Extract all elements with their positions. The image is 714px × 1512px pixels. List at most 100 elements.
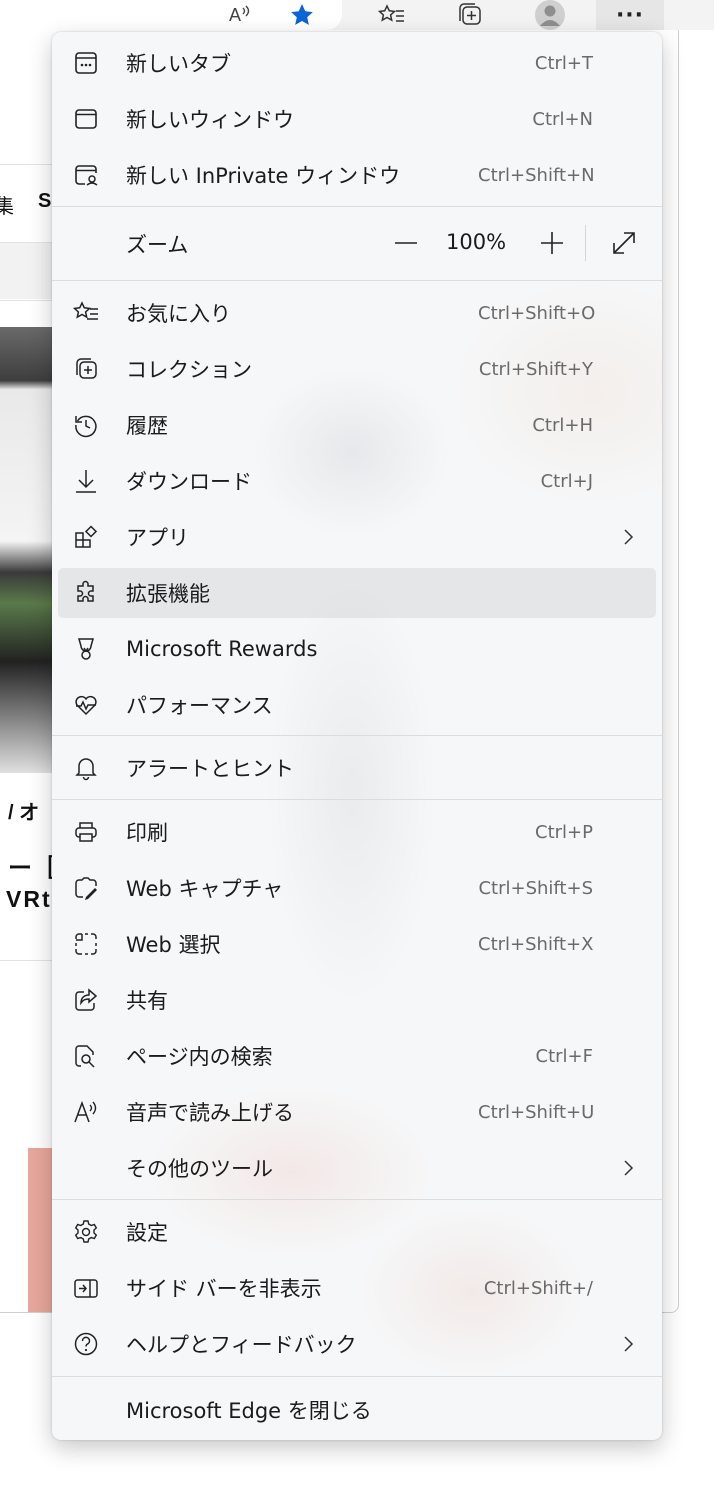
menu-item-share[interactable]: 共有 xyxy=(58,975,656,1025)
menu-separator xyxy=(52,1199,662,1200)
menu-item-label: ページ内の検索 xyxy=(126,1045,273,1069)
menu-item-read-aloud[interactable]: 音声で読み上げる Ctrl+Shift+U xyxy=(58,1087,656,1137)
menu-separator xyxy=(52,206,662,207)
performance-heart-icon xyxy=(72,691,100,719)
menu-item-label: 設定 xyxy=(126,1221,168,1245)
menu-item-shortcut: Ctrl+H xyxy=(532,414,593,436)
share-icon xyxy=(72,986,100,1014)
menu-item-help-and-feedback[interactable]: ヘルプとフィードバック xyxy=(58,1319,656,1369)
page-fragment-text: VRt xyxy=(6,886,52,912)
menu-item-apps[interactable]: アプリ xyxy=(58,512,656,562)
menu-item-label: アラートとヒント xyxy=(126,757,294,781)
printer-icon xyxy=(72,818,100,846)
menu-separator xyxy=(52,799,662,800)
menu-item-label: サイド バーを非表示 xyxy=(126,1277,322,1301)
menu-item-collections[interactable]: コレクション Ctrl+Shift+Y xyxy=(58,344,656,394)
page-fragment-text: S xyxy=(38,190,52,212)
settings-and-more-menu: 新しいタブ Ctrl+T 新しいウィンドウ Ctrl+N 新しい InPriva… xyxy=(52,32,662,1440)
menu-item-label: 履歴 xyxy=(126,414,168,438)
menu-item-label: 新しいタブ xyxy=(126,52,231,76)
sidebar-icon xyxy=(72,1274,100,1302)
zoom-value: 100% xyxy=(446,230,507,254)
menu-item-shortcut: Ctrl+Shift+X xyxy=(478,933,594,955)
menu-item-find-on-page[interactable]: ページ内の検索 Ctrl+F xyxy=(58,1031,656,1081)
menu-separator xyxy=(52,280,662,281)
favorites-icon xyxy=(72,299,100,327)
article-image[interactable] xyxy=(0,327,60,773)
collections-icon[interactable] xyxy=(450,0,490,30)
menu-item-new-window[interactable]: 新しいウィンドウ Ctrl+N xyxy=(58,94,656,144)
extensions-puzzle-icon xyxy=(72,579,100,607)
menu-item-shortcut: Ctrl+J xyxy=(540,470,593,492)
menu-item-shortcut: Ctrl+T xyxy=(534,52,593,74)
menu-item-label: パフォーマンス xyxy=(126,694,273,718)
help-question-icon xyxy=(72,1330,100,1358)
menu-item-extensions[interactable]: 拡張機能 xyxy=(58,568,656,618)
inprivate-window-icon xyxy=(72,161,100,189)
zoom-divider xyxy=(585,225,586,261)
read-aloud-icon[interactable]: A xyxy=(222,0,258,30)
menu-item-print[interactable]: 印刷 Ctrl+P xyxy=(58,807,656,857)
menu-item-label: Microsoft Edge を閉じる xyxy=(126,1399,372,1423)
menu-item-shortcut: Ctrl+Shift+O xyxy=(478,302,596,324)
download-icon xyxy=(72,467,100,495)
menu-item-shortcut: Ctrl+F xyxy=(535,1045,593,1067)
menu-item-web-capture[interactable]: Web キャプチャ Ctrl+Shift+S xyxy=(58,863,656,913)
settings-and-more-button[interactable]: ··· xyxy=(596,0,664,30)
menu-separator xyxy=(52,1376,662,1377)
favorite-star-icon[interactable] xyxy=(284,0,320,30)
page-fragment-text: / オ xyxy=(8,802,40,824)
menu-item-new-tab[interactable]: 新しいタブ Ctrl+T xyxy=(58,38,656,88)
menu-item-shortcut: Ctrl+Shift+U xyxy=(478,1101,595,1123)
rewards-trophy-icon xyxy=(72,635,100,663)
menu-item-label: Microsoft Rewards xyxy=(126,637,318,661)
menu-item-favorites[interactable]: お気に入り Ctrl+Shift+O xyxy=(58,288,656,338)
menu-item-downloads[interactable]: ダウンロード Ctrl+J xyxy=(58,456,656,506)
menu-item-history[interactable]: 履歴 Ctrl+H xyxy=(58,400,656,450)
svg-text:A: A xyxy=(229,5,241,25)
chevron-right-icon xyxy=(624,1336,634,1352)
menu-item-new-inprivate-window[interactable]: 新しい InPrivate ウィンドウ Ctrl+Shift+N xyxy=(58,150,656,200)
plus-icon xyxy=(541,232,563,254)
gear-icon xyxy=(72,1218,100,1246)
favorites-list-icon[interactable] xyxy=(374,0,410,30)
bell-icon xyxy=(72,754,100,782)
menu-item-settings[interactable]: 設定 xyxy=(58,1207,656,1257)
zoom-out-button[interactable] xyxy=(388,225,424,261)
menu-item-microsoft-rewards[interactable]: Microsoft Rewards xyxy=(58,624,656,674)
menu-item-label: アプリ xyxy=(126,526,189,550)
chevron-right-icon xyxy=(624,529,634,545)
read-aloud-icon xyxy=(72,1098,100,1126)
zoom-label: ズーム xyxy=(126,233,189,257)
address-bar-end: A xyxy=(0,0,342,30)
profile-avatar-icon[interactable] xyxy=(528,0,572,30)
menu-item-label: コレクション xyxy=(126,358,252,382)
history-icon xyxy=(72,411,100,439)
menu-item-performance[interactable]: パフォーマンス xyxy=(58,680,656,730)
menu-item-shortcut: Ctrl+Shift+N xyxy=(478,164,595,186)
minus-icon xyxy=(395,242,417,244)
menu-item-label: 印刷 xyxy=(126,821,168,845)
zoom-row: ズーム 100% xyxy=(58,215,656,271)
web-select-icon xyxy=(72,930,100,958)
menu-item-label: その他のツール xyxy=(126,1157,273,1181)
menu-item-label: お気に入り xyxy=(126,302,231,326)
menu-item-label: 音声で読み上げる xyxy=(126,1101,294,1125)
menu-item-shortcut: Ctrl+P xyxy=(535,821,593,843)
menu-item-shortcut: Ctrl+Shift+/ xyxy=(483,1277,593,1299)
zoom-in-button[interactable] xyxy=(534,225,570,261)
page-fragment-text: ー［ xyxy=(8,855,56,882)
web-capture-icon xyxy=(72,874,100,902)
menu-item-label: ダウンロード xyxy=(126,470,252,494)
menu-item-alerts-and-tips[interactable]: アラートとヒント xyxy=(58,743,656,793)
chevron-right-icon xyxy=(624,1160,634,1176)
menu-item-close-microsoft-edge[interactable]: Microsoft Edge を閉じる xyxy=(58,1385,656,1435)
menu-item-web-select[interactable]: Web 選択 Ctrl+Shift+X xyxy=(58,919,656,969)
menu-item-hide-sidebar[interactable]: サイド バーを非表示 Ctrl+Shift+/ xyxy=(58,1263,656,1313)
menu-item-shortcut: Ctrl+Shift+Y xyxy=(478,358,593,380)
menu-item-label: Web キャプチャ xyxy=(126,877,284,901)
fullscreen-button[interactable] xyxy=(606,225,642,261)
find-on-page-icon xyxy=(72,1042,100,1070)
menu-item-more-tools[interactable]: その他のツール xyxy=(58,1143,656,1193)
new-window-icon xyxy=(72,105,100,133)
